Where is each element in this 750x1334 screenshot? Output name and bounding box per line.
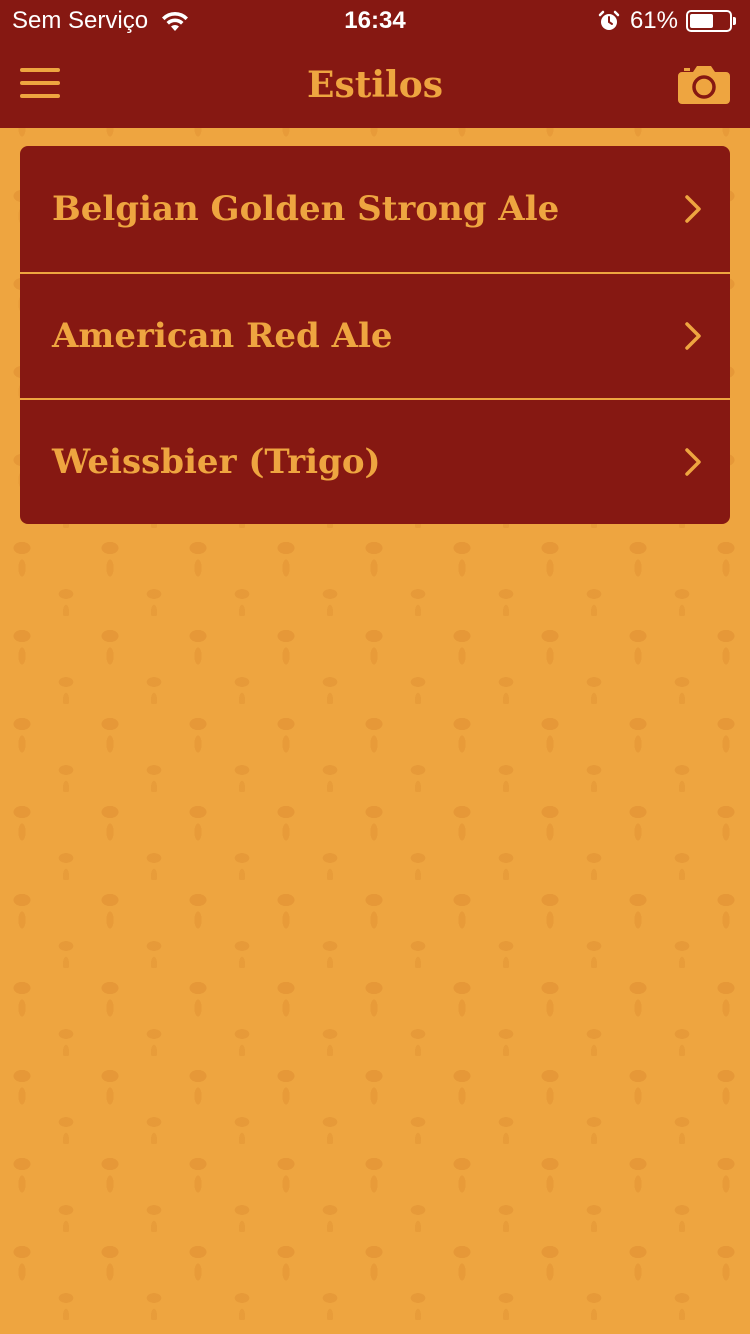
chevron-right-icon bbox=[685, 448, 701, 476]
battery-fill bbox=[690, 14, 714, 28]
list-item-label: American Red Ale bbox=[52, 316, 393, 356]
chevron-right-icon bbox=[685, 195, 701, 223]
alarm-icon bbox=[598, 10, 620, 30]
list-item-american-red-ale[interactable]: American Red Ale bbox=[20, 272, 730, 398]
list-item-label: Weissbier (Trigo) bbox=[52, 442, 381, 482]
list-item-label: Belgian Golden Strong Ale bbox=[52, 189, 560, 229]
list-item-belgian-golden-strong-ale[interactable]: Belgian Golden Strong Ale bbox=[20, 146, 730, 272]
list-item-weissbier-trigo[interactable]: Weissbier (Trigo) bbox=[20, 398, 730, 524]
battery-percent: 61% bbox=[629, 7, 678, 34]
camera-icon[interactable] bbox=[678, 64, 730, 104]
page-title: Estilos bbox=[307, 64, 443, 106]
battery-tip bbox=[733, 17, 736, 25]
navigation-bar: Estilos bbox=[0, 40, 750, 128]
chevron-right-icon bbox=[685, 322, 701, 350]
styles-list: Belgian Golden Strong Ale American Red A… bbox=[20, 146, 730, 524]
battery-icon bbox=[686, 10, 732, 32]
status-right: 61% bbox=[598, 6, 736, 36]
status-bar: Sem Serviço 16:34 61% bbox=[0, 0, 750, 40]
